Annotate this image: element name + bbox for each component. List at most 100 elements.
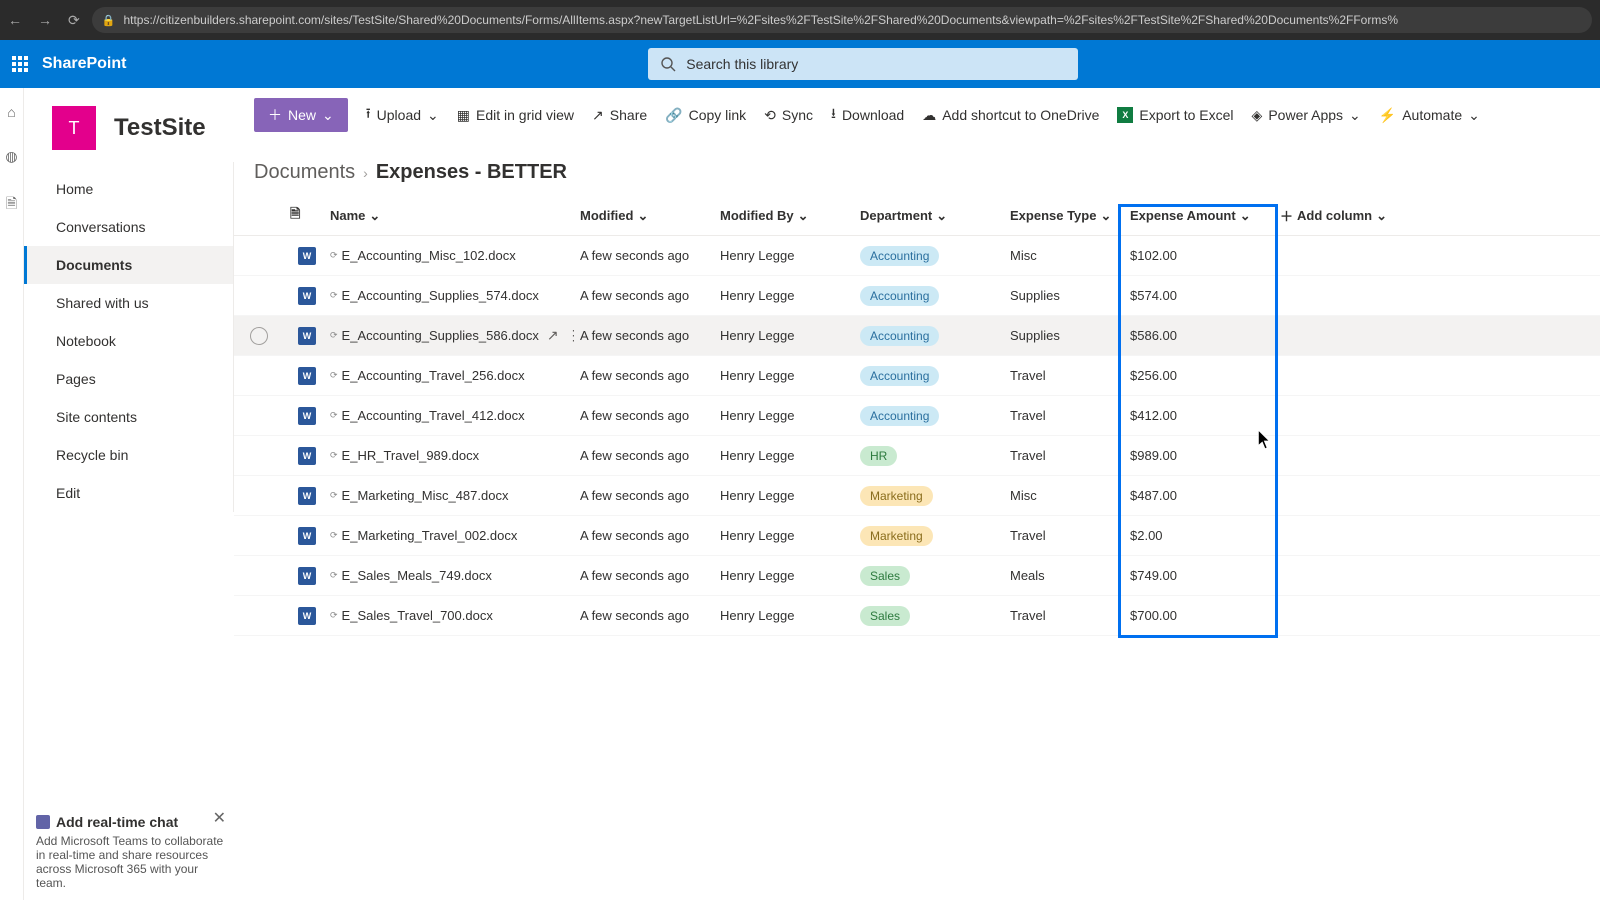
modified-cell: A few seconds ago (574, 448, 714, 463)
col-modified-by[interactable]: Modified By ⌄ (714, 208, 854, 224)
suite-header: SharePoint Search this library (0, 40, 1600, 88)
download-button[interactable]: ⭳Download (831, 103, 904, 127)
chevron-down-icon: ⌄ (1468, 107, 1480, 124)
share-icon: ↗ (592, 107, 604, 124)
export-excel-button[interactable]: XExport to Excel (1117, 107, 1233, 123)
table-row[interactable]: W⟳E_Marketing_Travel_002.docxA few secon… (234, 516, 1600, 556)
modified-cell: A few seconds ago (574, 328, 714, 343)
department-cell: Sales (854, 566, 1004, 586)
sidebar-item-shared-with-us[interactable]: Shared with us (24, 284, 233, 322)
table-row[interactable]: W⟳E_Accounting_Supplies_574.docxA few se… (234, 276, 1600, 316)
upload-button[interactable]: ⭱Upload⌄ (366, 103, 439, 127)
sync-button[interactable]: ⟲Sync (764, 107, 813, 124)
table-row[interactable]: W⟳E_Sales_Travel_700.docxA few seconds a… (234, 596, 1600, 636)
table-row[interactable]: W⟳E_Accounting_Misc_102.docxA few second… (234, 236, 1600, 276)
department-cell: Accounting (854, 366, 1004, 386)
table-row[interactable]: W⟳E_Sales_Meals_749.docxA few seconds ag… (234, 556, 1600, 596)
file-name[interactable]: ⟳E_Accounting_Travel_256.docx (324, 368, 574, 383)
sidebar-item-documents[interactable]: Documents (24, 246, 233, 284)
table-row[interactable]: W⟳E_Accounting_Supplies_586.docx↗⋮A few … (234, 316, 1600, 356)
site-logo[interactable]: T (52, 106, 96, 150)
sidebar-item-notebook[interactable]: Notebook (24, 322, 233, 360)
modified-by-cell[interactable]: Henry Legge (714, 328, 854, 343)
site-title[interactable]: TestSite (114, 114, 206, 142)
sidebar-item-home[interactable]: Home (24, 170, 233, 208)
col-expense-amount[interactable]: Expense Amount ⌄ (1124, 208, 1274, 224)
word-doc-icon: W (298, 247, 316, 265)
modified-by-cell[interactable]: Henry Legge (714, 448, 854, 463)
word-doc-icon: W (298, 327, 316, 345)
globe-icon[interactable]: ◍ (5, 148, 17, 165)
close-icon[interactable]: ✕ (213, 808, 226, 828)
home-icon[interactable]: ⌂ (7, 104, 15, 120)
automate-button[interactable]: ⚡Automate⌄ (1379, 107, 1480, 124)
url-bar[interactable]: 🔒 https://citizenbuilders.sharepoint.com… (92, 7, 1592, 33)
chevron-right-icon: › (363, 165, 368, 181)
modified-cell: A few seconds ago (574, 528, 714, 543)
add-column-button[interactable]: ＋Add column ⌄ (1274, 206, 1404, 225)
table-row[interactable]: W⟳E_Marketing_Misc_487.docxA few seconds… (234, 476, 1600, 516)
word-doc-icon: W (298, 447, 316, 465)
more-icon[interactable]: ⋮ (567, 327, 574, 344)
expense-amount-cell: $749.00 (1124, 568, 1274, 583)
add-shortcut-button[interactable]: ☁Add shortcut to OneDrive (922, 107, 1099, 124)
forward-icon[interactable]: → (38, 12, 52, 29)
file-name[interactable]: ⟳E_Sales_Travel_700.docx (324, 608, 574, 623)
copy-link-button[interactable]: 🔗Copy link (665, 107, 746, 124)
expense-type-cell: Misc (1004, 248, 1124, 263)
brand-label[interactable]: SharePoint (42, 55, 126, 73)
modified-by-cell[interactable]: Henry Legge (714, 368, 854, 383)
file-name[interactable]: ⟳E_HR_Travel_989.docx (324, 448, 574, 463)
reload-icon[interactable]: ⟳ (68, 12, 80, 29)
word-doc-icon: W (298, 367, 316, 385)
automate-icon: ⚡ (1379, 107, 1396, 124)
file-name[interactable]: ⟳E_Accounting_Misc_102.docx (324, 248, 574, 263)
file-name[interactable]: ⟳E_Accounting_Supplies_586.docx↗⋮ (324, 327, 574, 344)
modified-by-cell[interactable]: Henry Legge (714, 568, 854, 583)
sync-status-icon: ⟳ (330, 290, 338, 301)
col-department[interactable]: Department ⌄ (854, 208, 1004, 224)
sidebar-item-recycle-bin[interactable]: Recycle bin (24, 436, 233, 474)
sidebar-item-pages[interactable]: Pages (24, 360, 233, 398)
col-expense-type[interactable]: Expense Type ⌄ (1004, 208, 1124, 224)
search-placeholder: Search this library (686, 56, 798, 72)
modified-by-cell[interactable]: Henry Legge (714, 248, 854, 263)
sync-status-icon: ⟳ (330, 570, 338, 581)
table-row[interactable]: W ⟳E_HR_Travel_989.docxA few seconds agoH… (234, 436, 1600, 476)
share-icon[interactable]: ↗ (547, 327, 559, 344)
search-input[interactable]: Search this library (648, 48, 1078, 80)
select-circle[interactable] (250, 327, 268, 345)
col-modified[interactable]: Modified ⌄ (574, 208, 714, 224)
department-cell: Accounting (854, 406, 1004, 426)
modified-by-cell[interactable]: Henry Legge (714, 608, 854, 623)
power-apps-button[interactable]: ◈Power Apps⌄ (1252, 107, 1361, 124)
excel-icon: X (1117, 107, 1133, 123)
file-name[interactable]: ⟳E_Marketing_Travel_002.docx (324, 528, 574, 543)
col-name[interactable]: Name ⌄ (324, 208, 574, 224)
breadcrumb-parent[interactable]: Documents (254, 161, 355, 184)
file-name[interactable]: ⟳E_Accounting_Supplies_574.docx (324, 288, 574, 303)
modified-by-cell[interactable]: Henry Legge (714, 288, 854, 303)
edit-grid-button[interactable]: ▦Edit in grid view (457, 107, 574, 124)
app-launcher-icon[interactable] (12, 56, 28, 72)
table-row[interactable]: W⟳E_Accounting_Travel_256.docxA few seco… (234, 356, 1600, 396)
file-name[interactable]: ⟳E_Marketing_Misc_487.docx (324, 488, 574, 503)
back-icon[interactable]: ← (8, 12, 22, 29)
share-button[interactable]: ↗Share (592, 107, 647, 124)
new-button[interactable]: ＋ New ⌄ (254, 98, 348, 132)
files-icon[interactable]: 🗎 (6, 193, 17, 217)
file-type-icon[interactable]: 🗎 (290, 205, 300, 227)
file-name[interactable]: ⟳E_Sales_Meals_749.docx (324, 568, 574, 583)
sidebar-item-edit[interactable]: Edit (24, 474, 233, 512)
modified-by-cell[interactable]: Henry Legge (714, 488, 854, 503)
modified-by-cell[interactable]: Henry Legge (714, 408, 854, 423)
sidebar-item-site-contents[interactable]: Site contents (24, 398, 233, 436)
modified-by-cell[interactable]: Henry Legge (714, 528, 854, 543)
upload-icon: ⭱ (366, 103, 371, 127)
sync-status-icon: ⟳ (330, 530, 338, 541)
sidebar-item-conversations[interactable]: Conversations (24, 208, 233, 246)
file-name[interactable]: ⟳E_Accounting_Travel_412.docx (324, 408, 574, 423)
browser-chrome: ← → ⟳ 🔒 https://citizenbuilders.sharepoi… (0, 0, 1600, 40)
table-row[interactable]: W⟳E_Accounting_Travel_412.docxA few seco… (234, 396, 1600, 436)
shortcut-icon: ☁ (922, 107, 936, 124)
